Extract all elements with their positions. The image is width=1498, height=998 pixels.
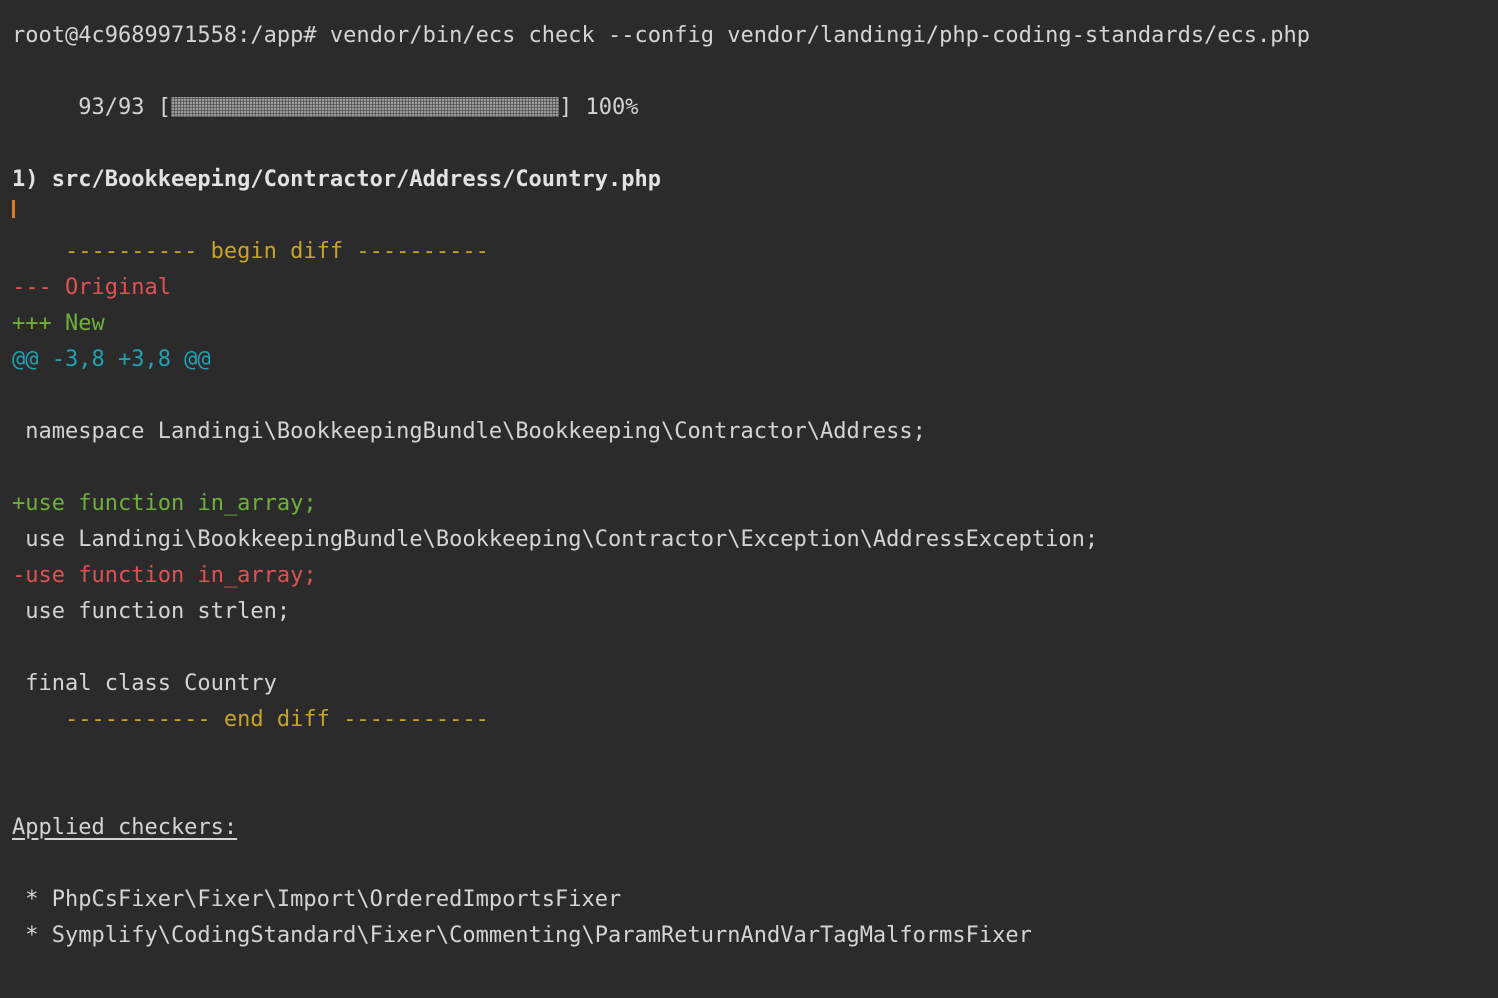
file-header: 1) src/Bookkeeping/Contractor/Address/Co…: [12, 167, 662, 192]
progress-line: 93/93 [] 100%: [12, 54, 638, 120]
progress-open-bracket: [: [157, 95, 171, 120]
diff-added-keyword: use: [25, 491, 65, 516]
progress-percent: 100%: [585, 95, 639, 120]
diff-removed-rest: function in_array;: [65, 563, 317, 588]
progress-count: 93/93: [64, 95, 145, 120]
diff-context-use-strlen: use function strlen;: [12, 599, 291, 624]
diff-added-prefix: +: [12, 491, 26, 516]
progress-close-bracket: ]: [558, 95, 573, 120]
left-edge-marker: [12, 200, 15, 218]
diff-removed-line: -use function in_array;: [12, 558, 317, 594]
diff-removed-keyword: use: [25, 563, 65, 588]
terminal-output[interactable]: root@4c9689971558:/app# vendor/bin/ecs c…: [12, 18, 1492, 988]
diff-original-header: --- Original: [12, 275, 171, 300]
diff-new-header: +++ New: [12, 311, 105, 336]
diff-removed-prefix: -: [12, 563, 26, 588]
applied-checkers-heading: Applied checkers:: [12, 815, 238, 840]
progress-bar: [170, 97, 559, 117]
diff-context-namespace: namespace Landingi\BookkeepingBundle\Boo…: [12, 419, 926, 444]
diff-context-use-exception: use Landingi\BookkeepingBundle\Bookkeepi…: [12, 527, 1099, 552]
checker-item: * PhpCsFixer\Fixer\Import\OrderedImports…: [12, 887, 622, 912]
command-line: root@4c9689971558:/app# vendor/bin/ecs c…: [12, 23, 1311, 48]
diff-context-class: final class Country: [12, 671, 277, 696]
diff-end-marker: ----------- end diff -----------: [12, 707, 489, 732]
diff-added-line: +use function in_array;: [12, 486, 317, 522]
diff-hunk-header: @@ -3,8 +3,8 @@: [12, 347, 211, 372]
diff-added-rest: function in_array;: [65, 491, 317, 516]
checker-item: * Symplify\CodingStandard\Fixer\Commenti…: [12, 923, 1032, 948]
diff-begin-marker: ---------- begin diff ----------: [12, 239, 489, 264]
